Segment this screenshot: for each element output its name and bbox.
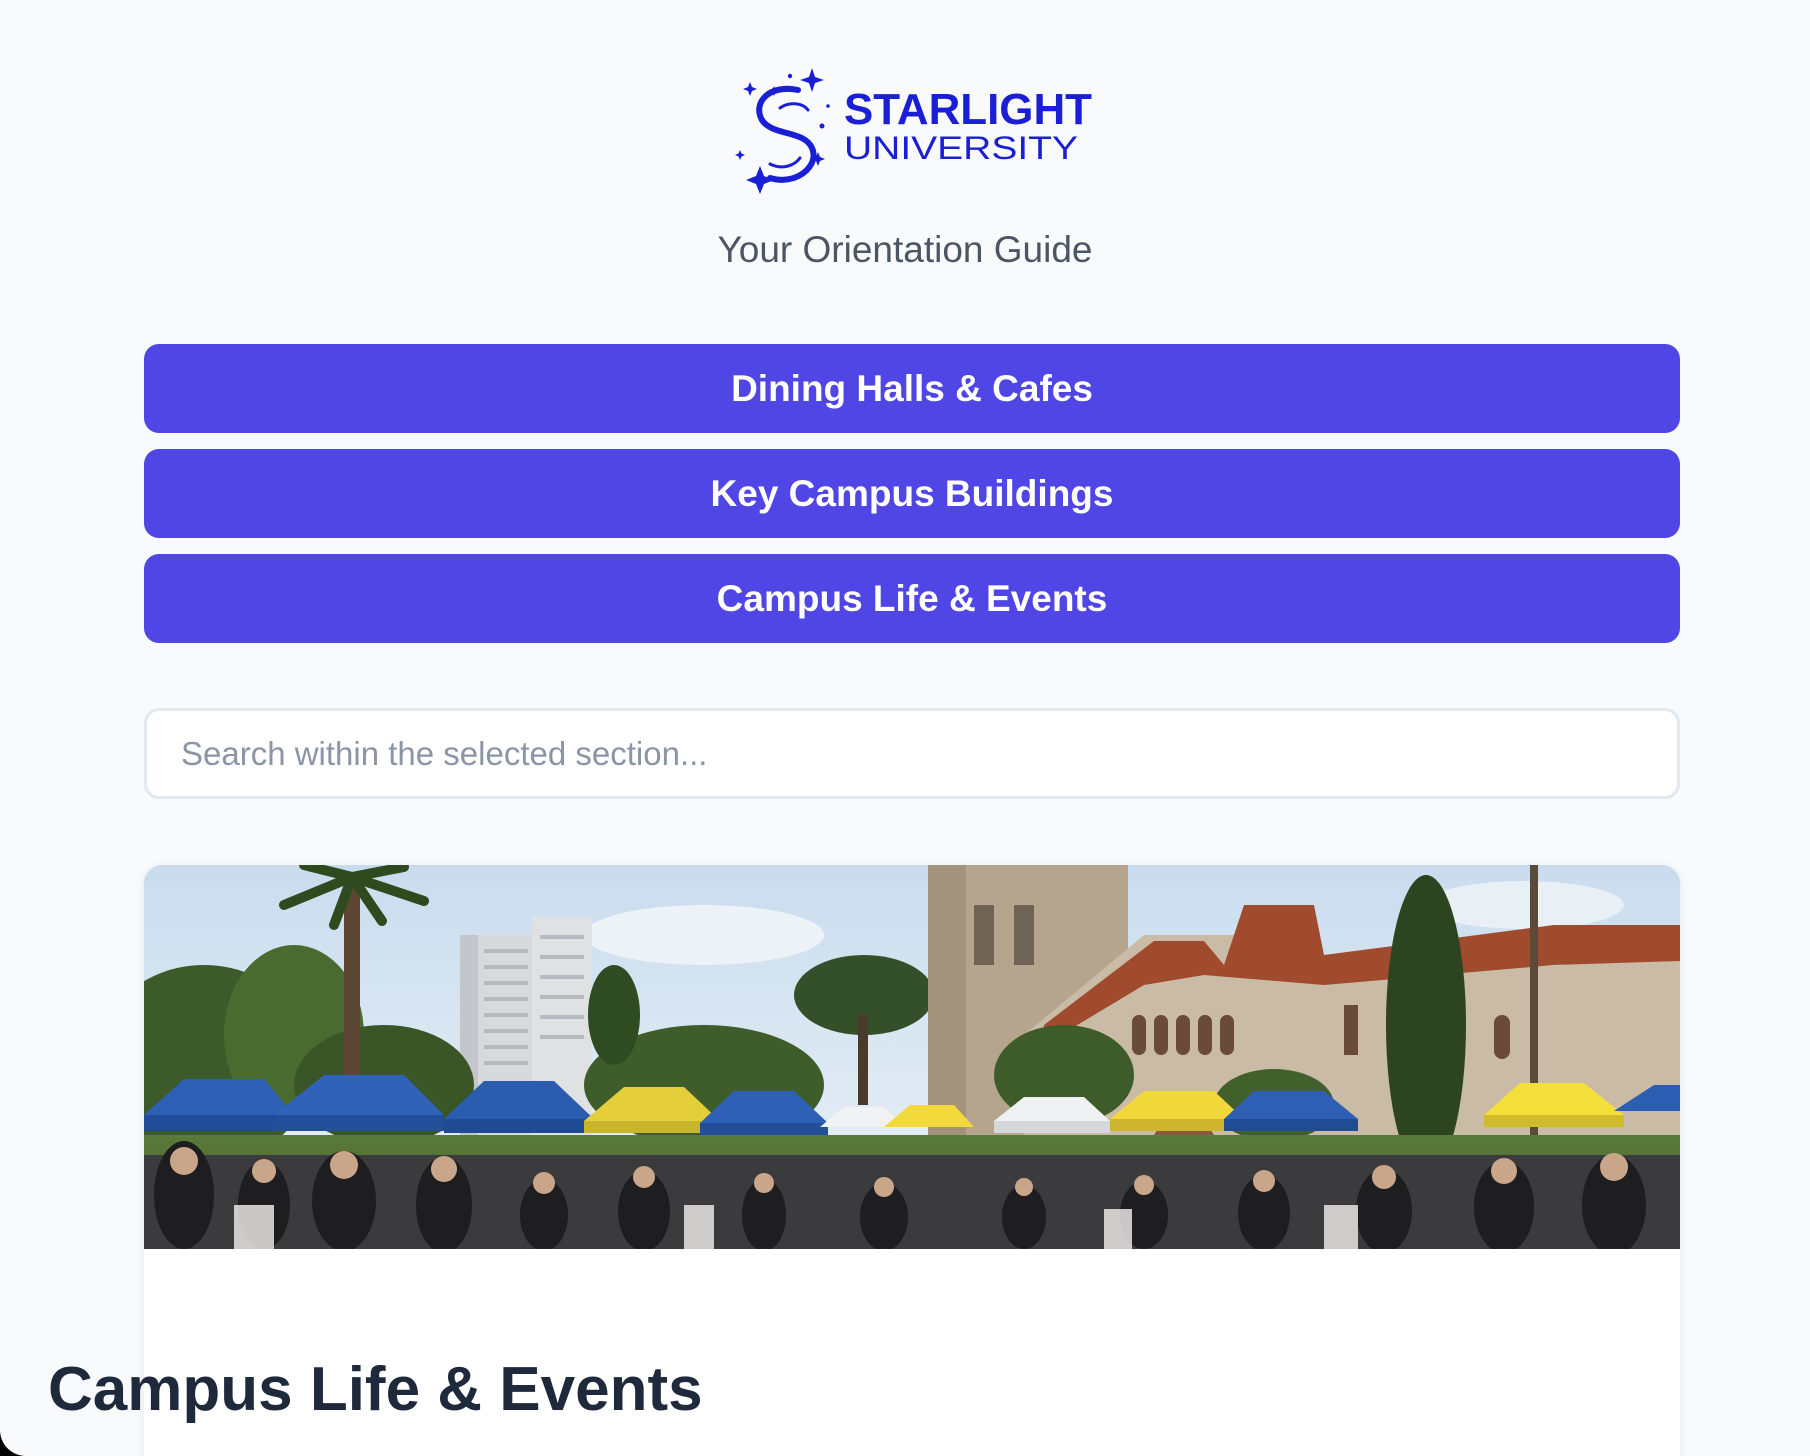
campus-fair-image: [144, 865, 1680, 1249]
dining-halls-button[interactable]: Dining Halls & Cafes: [144, 344, 1680, 433]
university-logo[interactable]: STARLIGHT UNIVERSITY: [730, 62, 1100, 198]
page: STARLIGHT UNIVERSITY Your Orientation Gu…: [0, 0, 1810, 1456]
section-search-input[interactable]: [144, 708, 1680, 799]
section-title: Campus Life & Events: [48, 1355, 703, 1424]
brand-name-line2: UNIVERSITY: [844, 130, 1078, 166]
page-subtitle: Your Orientation Guide: [717, 229, 1093, 270]
star-swirl-s-icon: [735, 68, 830, 194]
brand-name-line1: STARLIGHT: [844, 85, 1092, 134]
key-campus-buildings-button[interactable]: Key Campus Buildings: [144, 449, 1680, 538]
campus-life-events-button[interactable]: Campus Life & Events: [144, 554, 1680, 643]
